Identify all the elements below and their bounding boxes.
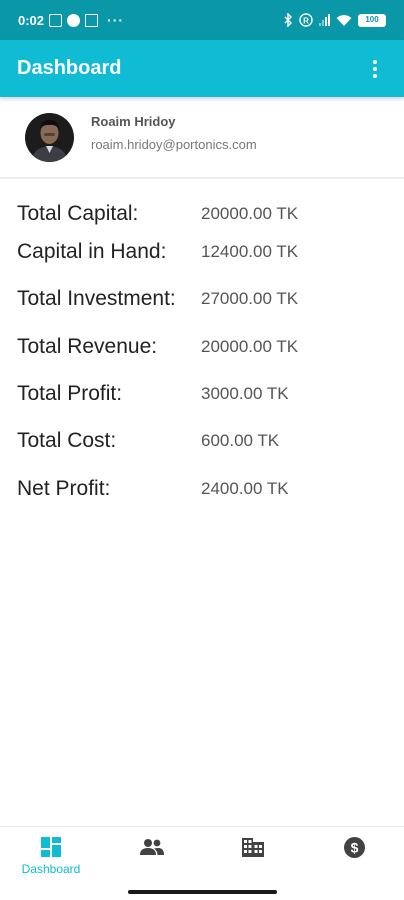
battery-icon: 100: [358, 13, 386, 27]
app-bar: Dashboard: [0, 40, 404, 97]
stat-row-total-revenue: Total Revenue: 20000.00 TK: [17, 332, 387, 362]
bottom-navigation: Dashboard $: [0, 826, 404, 900]
stat-row-total-profit: Total Profit: 3000.00 TK: [17, 379, 387, 409]
building-icon: [242, 838, 264, 857]
home-indicator[interactable]: [128, 890, 277, 894]
stat-value: 20000.00 TK: [201, 337, 299, 356]
stat-row-capital-in-hand: Capital in Hand: 12400.00 TK: [17, 237, 387, 267]
profile-email: roaim.hridoy@portonics.com: [91, 137, 257, 152]
status-time: 0:02: [18, 12, 45, 28]
svg-text:R: R: [303, 17, 309, 26]
qr-notification-icon: [85, 13, 99, 27]
profile-header: Roaim Hridoy roaim.hridoy@portonics.com: [0, 97, 404, 179]
nav-business[interactable]: [213, 837, 293, 881]
roaming-icon: R: [299, 13, 313, 27]
stat-row-total-capital: Total Capital: 20000.00 TK: [17, 199, 387, 229]
gallery-notification-icon: [49, 13, 63, 27]
more-notifications-icon: ···: [107, 12, 125, 28]
stat-row-net-profit: Net Profit: 2400.00 TK: [17, 474, 387, 504]
stat-value: 600.00 TK: [201, 431, 280, 450]
stat-value: 12400.00 TK: [201, 242, 299, 261]
profile-name: Roaim Hridoy: [91, 114, 176, 129]
nav-finance[interactable]: $: [314, 837, 394, 881]
stat-row-total-cost: Total Cost: 600.00 TK: [17, 426, 387, 456]
svg-text:$: $: [350, 840, 358, 856]
stat-label: Total Profit:: [17, 382, 123, 405]
page-title: Dashboard: [17, 57, 122, 79]
stat-row-total-investment: Total Investment: 27000.00 TK: [17, 284, 387, 314]
stat-label: Net Profit:: [17, 477, 111, 500]
stat-value: 27000.00 TK: [201, 289, 299, 308]
dollar-icon: $: [343, 837, 365, 858]
dashboard-screen: 0:02 ··· R 100 Dashboard Roaim Hridoy ro…: [0, 0, 404, 900]
stat-value: 20000.00 TK: [201, 204, 299, 223]
nav-people[interactable]: [112, 837, 192, 881]
app-notification-icon: [67, 13, 81, 27]
stat-label: Total Capital:: [17, 202, 139, 225]
nav-dashboard-label: Dashboard: [21, 862, 81, 876]
stat-value: 2400.00 TK: [201, 479, 289, 498]
stat-label: Total Investment:: [17, 287, 176, 310]
stat-value: 3000.00 TK: [201, 384, 289, 403]
overflow-menu-icon[interactable]: [363, 55, 387, 83]
bluetooth-icon: [284, 13, 292, 27]
stat-label: Total Revenue:: [17, 335, 158, 358]
dashboard-icon: [41, 837, 61, 857]
stat-label: Capital in Hand:: [17, 240, 167, 263]
nav-dashboard[interactable]: Dashboard: [11, 837, 91, 881]
wifi-icon: [336, 14, 352, 26]
people-icon: [140, 839, 164, 855]
status-bar: 0:02 ··· R 100: [0, 0, 404, 40]
signal-icon: [319, 14, 330, 26]
stat-label: Total Cost:: [17, 429, 117, 452]
avatar: [25, 112, 74, 162]
